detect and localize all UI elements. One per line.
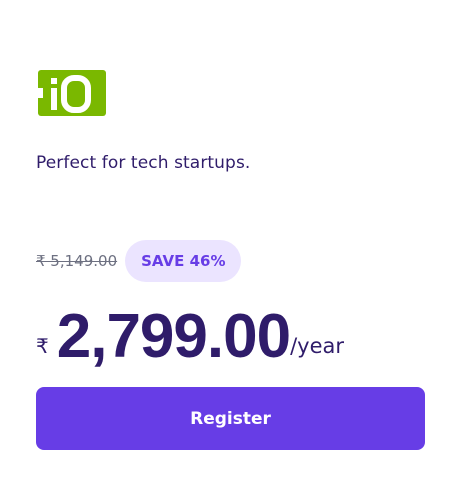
save-badge: SAVE 46% bbox=[125, 240, 242, 282]
billing-period: /year bbox=[290, 334, 345, 358]
original-price: ₹ 5,149.00 bbox=[36, 252, 118, 270]
price-row: ₹ 2,799.00 /year bbox=[36, 298, 344, 368]
register-button[interactable]: Register bbox=[36, 387, 425, 450]
io-domain-logo-icon bbox=[38, 70, 106, 116]
discount-row: ₹ 5,149.00 SAVE 46% bbox=[36, 240, 242, 282]
currency-symbol: ₹ bbox=[36, 334, 49, 358]
pricing-card: Perfect for tech startups. ₹ 5,149.00 SA… bbox=[0, 0, 455, 500]
plan-tagline: Perfect for tech startups. bbox=[36, 153, 251, 173]
price-amount: 2,799.00 bbox=[56, 302, 291, 371]
